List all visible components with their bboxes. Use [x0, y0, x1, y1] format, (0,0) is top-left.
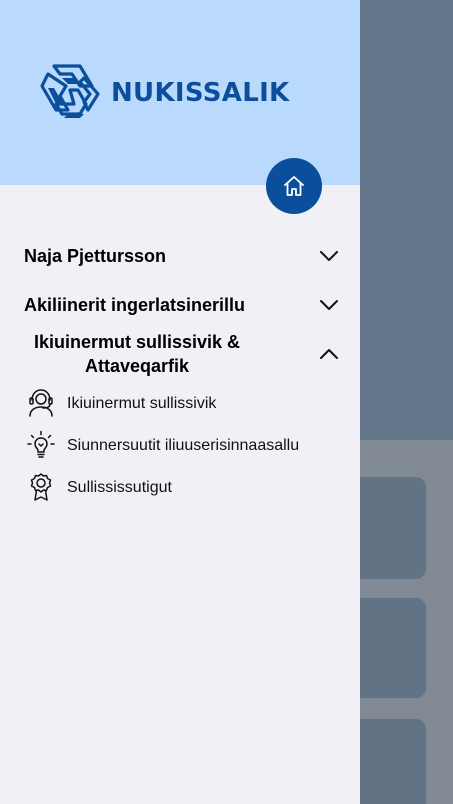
home-button[interactable] [266, 158, 322, 214]
home-icon [284, 176, 304, 196]
nukissalik-logo-icon [40, 64, 100, 118]
submenu-item-label: Ikiuinermut sullissivik [67, 395, 217, 412]
submenu-item-ikiuinermut-sullissivik[interactable]: Ikiuinermut sullissivik [0, 386, 360, 420]
submenu-item-label: Sullississutigut [67, 479, 172, 496]
submenu-item-sullississutigut[interactable]: Sullississutigut [0, 470, 360, 504]
drawer-header: NUKISSALIK [0, 0, 360, 185]
award-ribbon-icon [30, 473, 52, 501]
background-card [352, 477, 426, 579]
chevron-up-icon [320, 349, 338, 359]
submenu-item-label: Siunnersuutit iliuuserisinnaasallu [67, 437, 300, 454]
background-card [352, 719, 426, 804]
menu-section-label: Naja Pjettursson [24, 246, 167, 266]
menu-section-naja-pjettursson[interactable]: Naja Pjettursson [0, 240, 360, 274]
brand-name: NUKISSALIK [111, 78, 290, 108]
menu-section-akiliinerit[interactable]: Akiliinerit ingerlatsinerillu [0, 290, 360, 324]
chevron-down-icon [320, 300, 338, 310]
lightbulb-icon [27, 430, 55, 458]
headset-support-icon [29, 389, 53, 417]
submenu-item-siunnersuutit[interactable]: Siunnersuutit iliuuserisinnaasallu [0, 428, 360, 462]
background-card [352, 598, 426, 698]
menu-section-ikiuinermut[interactable]: Ikiuinermut sullissivik & Attaveqarfik [0, 330, 360, 380]
menu-section-label: Ikiuinermut sullissivik & Attaveqarfik [33, 332, 241, 376]
chevron-down-icon [320, 251, 338, 261]
navigation-drawer: NUKISSALIK Naja Pjettursson Akiliinerit … [0, 0, 360, 804]
menu-section-label: Akiliinerit ingerlatsinerillu [24, 295, 246, 315]
brand-logo: NUKISSALIK [40, 64, 290, 122]
